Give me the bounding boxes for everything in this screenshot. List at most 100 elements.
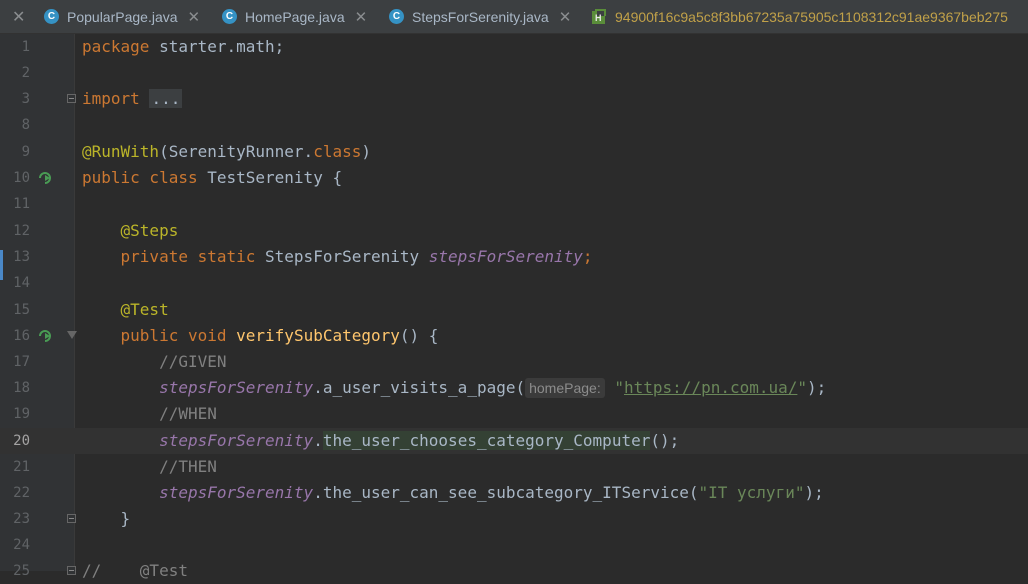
code-token: StepsForSerenity (255, 247, 429, 266)
tab-label: HomePage.java (245, 8, 345, 25)
close-icon[interactable]: ✕ (188, 8, 201, 26)
java-class-icon: C (222, 9, 237, 24)
code-token: public void (120, 326, 227, 345)
code-token: "IT услуги" (698, 483, 805, 502)
editor-tab-bar: ✕ C PopularPage.java ✕ C HomePage.java ✕… (0, 0, 1028, 34)
code-line[interactable]: 15 @Test (0, 297, 1028, 323)
code-token: ; (582, 247, 593, 266)
tab-html-file[interactable]: H 94900f16c9a5c8f3bb67235a75905c1108312c… (592, 0, 1008, 33)
code-token: //WHEN (159, 404, 217, 423)
folded-imports[interactable]: ... (149, 89, 183, 108)
code-line[interactable]: 24 (0, 532, 1028, 558)
line-number: 10 (13, 170, 30, 186)
code-token: ); (807, 378, 827, 397)
fold-collapse-icon[interactable] (67, 331, 77, 339)
code-line[interactable]: 8 (0, 112, 1028, 138)
code-token: " (797, 378, 808, 397)
code-token: ) (361, 142, 371, 161)
code-token: } (120, 509, 131, 528)
code-line[interactable]: 22 stepsForSerenity.the_user_can_see_sub… (0, 480, 1028, 506)
line-number: 16 (13, 328, 30, 344)
line-number: 23 (13, 511, 30, 527)
java-class-icon: C (44, 9, 59, 24)
close-icon[interactable]: ✕ (12, 0, 25, 33)
code-line[interactable]: 9 @RunWith(SerenityRunner.class) (0, 139, 1028, 165)
tab-steps-for-serenity[interactable]: C StepsForSerenity.java ✕ (389, 0, 571, 33)
code-line[interactable]: 23 } (0, 506, 1028, 532)
parameter-hint: homePage: (525, 378, 605, 398)
line-number: 1 (21, 39, 30, 55)
java-class-icon: C (389, 9, 404, 24)
code-line[interactable]: 21 //THEN (0, 454, 1028, 480)
code-token: stepsForSerenity (428, 247, 583, 266)
tab-label: 94900f16c9a5c8f3bb67235a75905c1108312c91… (615, 8, 1008, 25)
code-line[interactable]: 1 package starter.math; (0, 34, 1028, 60)
code-token: package (82, 37, 150, 56)
code-token: import (82, 89, 140, 108)
highlighted-method[interactable]: the_user_chooses_category_Computer (322, 431, 651, 450)
line-number: 14 (13, 275, 30, 291)
code-line[interactable]: 13 private static StepsForSerenity steps… (0, 244, 1028, 270)
line-number: 17 (13, 354, 30, 370)
code-token: .the_user_can_see_subcategory_ITService( (313, 483, 699, 502)
close-icon[interactable]: ✕ (355, 8, 368, 26)
line-number: 9 (21, 144, 30, 160)
code-token: verifySubCategory (236, 326, 400, 345)
code-token: " (614, 378, 624, 397)
code-line[interactable]: 2 (0, 60, 1028, 86)
code-token: @RunWith (82, 142, 160, 161)
line-number: 12 (13, 223, 30, 239)
tab-popular-page[interactable]: C PopularPage.java ✕ (44, 0, 200, 33)
code-token: (SerenityRunner. (159, 142, 314, 161)
line-number: 8 (21, 117, 30, 133)
code-token: @Steps (120, 221, 179, 240)
code-line[interactable]: 19 //WHEN (0, 401, 1028, 427)
code-token: //THEN (159, 457, 217, 476)
code-line[interactable]: 10 public class TestSerenity { (0, 165, 1028, 191)
code-token: () { (399, 326, 439, 345)
url-link[interactable]: https://pn.com.ua/ (624, 378, 797, 397)
line-number: 22 (13, 485, 30, 501)
code-token: ); (804, 483, 824, 502)
code-line[interactable]: 11 (0, 191, 1028, 217)
line-number: 15 (13, 302, 30, 318)
line-number: 2 (21, 65, 30, 81)
code-line[interactable]: 16 public void verifySubCategory() { (0, 323, 1028, 349)
code-token: public class (82, 168, 198, 187)
code-token: .a_user_visits_a_page( (313, 378, 526, 397)
code-line[interactable]: 17 //GIVEN (0, 349, 1028, 375)
tab-label: PopularPage.java (67, 8, 178, 25)
code-token: TestSerenity { (197, 168, 343, 187)
code-token: class (313, 142, 362, 161)
code-line-current[interactable]: 20 stepsForSerenity.the_user_chooses_cat… (0, 428, 1028, 454)
tab-label: StepsForSerenity.java (412, 8, 549, 25)
line-number: 25 (13, 563, 30, 579)
line-number: 11 (13, 196, 30, 212)
line-number: 3 (21, 91, 30, 107)
html-file-icon: H (592, 9, 607, 24)
line-number: 13 (13, 249, 30, 265)
code-token: . (313, 431, 323, 450)
code-token: @Test (120, 300, 169, 319)
run-test-icon[interactable] (38, 329, 52, 343)
code-line[interactable]: 12 @Steps (0, 218, 1028, 244)
line-number: 20 (13, 433, 30, 449)
tab-home-page[interactable]: C HomePage.java ✕ (222, 0, 367, 33)
line-number: 24 (13, 537, 30, 553)
run-test-icon[interactable] (38, 171, 52, 185)
close-icon[interactable]: ✕ (559, 8, 572, 26)
code-line[interactable]: 25 // @Test (0, 558, 1028, 584)
code-line[interactable]: 3 import ... (0, 86, 1028, 112)
code-token: private static (120, 247, 256, 266)
code-token: stepsForSerenity (159, 431, 314, 450)
code-token: stepsForSerenity (159, 483, 314, 502)
fold-end-icon[interactable] (67, 514, 76, 523)
line-number: 19 (13, 406, 30, 422)
fold-expand-icon[interactable] (67, 94, 76, 103)
line-number: 21 (13, 459, 30, 475)
code-token: stepsForSerenity (159, 378, 314, 397)
code-token: starter.math; (149, 37, 285, 56)
code-line[interactable]: 18 stepsForSerenity.a_user_visits_a_page… (0, 375, 1028, 401)
code-line[interactable]: 14 (0, 270, 1028, 296)
line-number: 18 (13, 380, 30, 396)
